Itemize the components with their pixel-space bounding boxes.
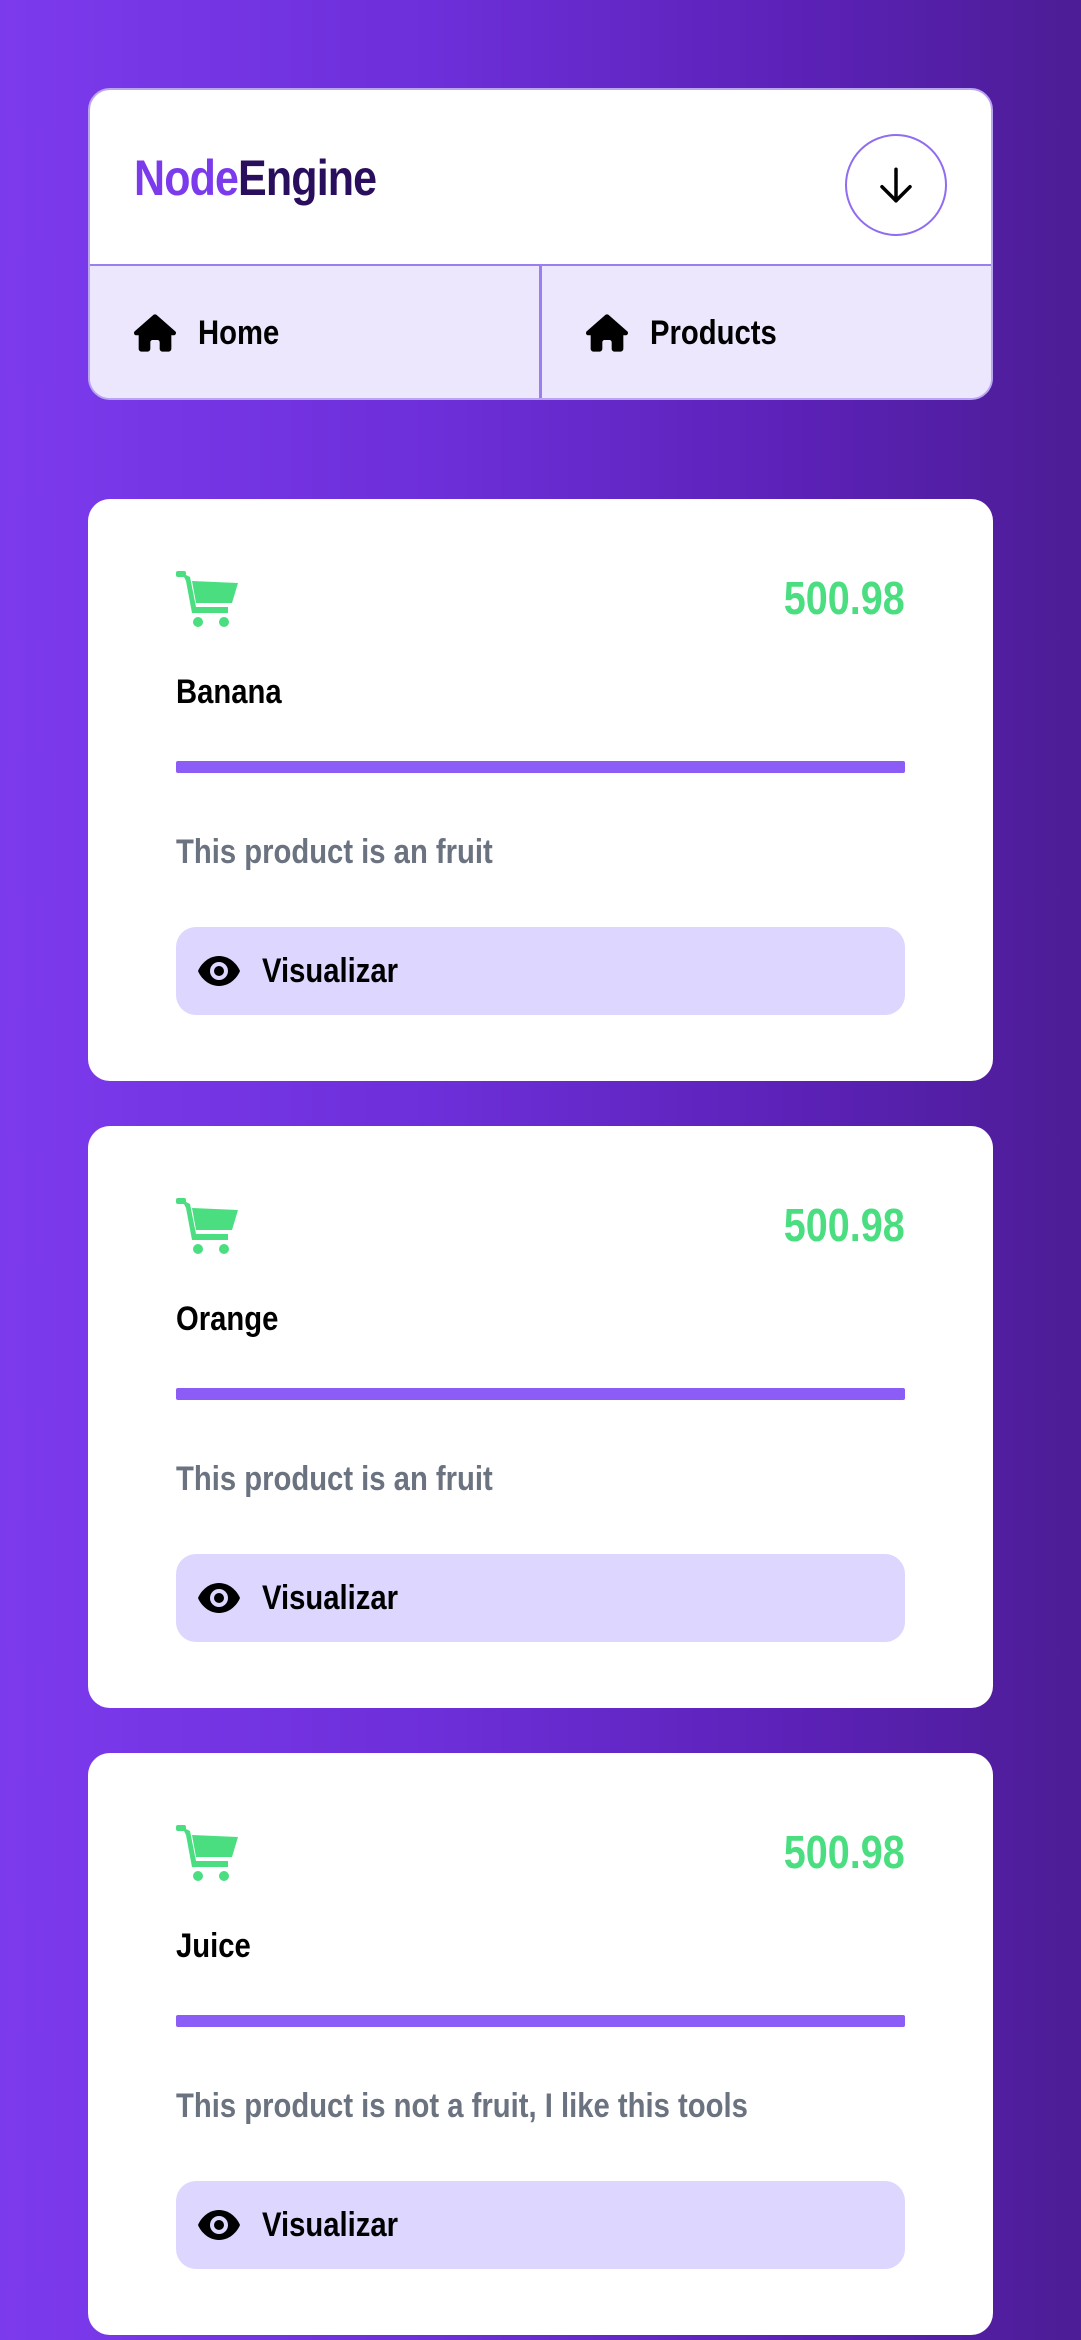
view-button[interactable]: Visualizar bbox=[176, 1554, 905, 1642]
view-button[interactable]: Visualizar bbox=[176, 2181, 905, 2269]
cart-icon bbox=[176, 1825, 238, 1881]
view-button-label: Visualizar bbox=[262, 951, 399, 990]
app-header: Node Engine Home Products bbox=[88, 88, 993, 400]
arrow-down-icon bbox=[880, 167, 912, 203]
product-name: Banana bbox=[176, 673, 282, 711]
nav-label-products: Products bbox=[650, 313, 777, 352]
nav-item-products[interactable]: Products bbox=[539, 266, 991, 398]
main-nav: Home Products bbox=[90, 266, 991, 398]
logo[interactable]: Node Engine bbox=[134, 90, 377, 266]
home-icon bbox=[134, 314, 176, 352]
card-divider bbox=[176, 2015, 905, 2027]
home-icon bbox=[586, 314, 628, 352]
logo-node-text: Node bbox=[134, 150, 239, 206]
eye-icon bbox=[198, 956, 240, 986]
product-description: This product is not a fruit, I like this… bbox=[176, 2087, 748, 2125]
card-divider bbox=[176, 1388, 905, 1400]
product-description: This product is an fruit bbox=[176, 833, 493, 871]
view-button-label: Visualizar bbox=[262, 1578, 399, 1617]
nav-item-home[interactable]: Home bbox=[90, 266, 539, 398]
logo-engine-text: Engine bbox=[238, 150, 377, 206]
product-name: Juice bbox=[176, 1927, 251, 1965]
product-price: 500.98 bbox=[783, 1199, 905, 1251]
product-card: 500.98 Juice This product is not a fruit… bbox=[88, 1753, 993, 2335]
card-divider bbox=[176, 761, 905, 773]
product-card: 500.98 Banana This product is an fruit V… bbox=[88, 499, 993, 1081]
cart-icon bbox=[176, 1198, 238, 1254]
eye-icon bbox=[198, 1583, 240, 1613]
header-top-bar: Node Engine bbox=[90, 90, 991, 266]
eye-icon bbox=[198, 2210, 240, 2240]
nav-label-home: Home bbox=[198, 313, 280, 352]
menu-toggle-button[interactable] bbox=[845, 134, 947, 236]
product-price: 500.98 bbox=[783, 1826, 905, 1878]
product-name: Orange bbox=[176, 1300, 279, 1338]
view-button[interactable]: Visualizar bbox=[176, 927, 905, 1015]
product-card: 500.98 Orange This product is an fruit V… bbox=[88, 1126, 993, 1708]
cart-icon bbox=[176, 571, 238, 627]
view-button-label: Visualizar bbox=[262, 2205, 399, 2244]
product-description: This product is an fruit bbox=[176, 1460, 493, 1498]
product-price: 500.98 bbox=[783, 572, 905, 624]
